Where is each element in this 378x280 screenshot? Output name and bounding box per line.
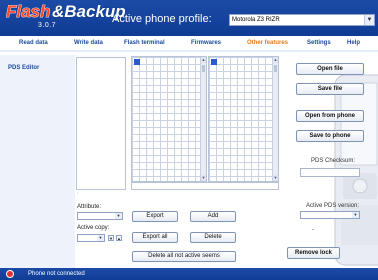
attribute-label: Attribute: — [77, 204, 102, 210]
nav-other-features[interactable]: Other features — [247, 40, 288, 46]
nav-settings[interactable]: Settings — [307, 40, 331, 46]
active-pds-version-label: Active PDS version: — [306, 203, 360, 209]
ascii-grid-cells[interactable] — [209, 57, 278, 181]
svg-text:Flash: Flash — [6, 2, 50, 21]
main-nav: Read data Write data Flash terminal Firm… — [0, 36, 378, 52]
chevron-down-icon[interactable]: ▼ — [97, 235, 104, 241]
chevron-down-icon[interactable]: ▼ — [115, 213, 122, 219]
scroll-up-icon[interactable]: ▲ — [273, 57, 278, 63]
list-tick-mark: ´ — [77, 193, 79, 199]
profile-label: Active phone profile: — [112, 13, 212, 25]
pds-version-dash: - — [312, 227, 314, 233]
profile-select-value: Motorola Z3 RIZR — [232, 17, 280, 23]
open-from-phone-button[interactable]: Open from phone — [296, 110, 364, 122]
nav-help[interactable]: Help — [347, 40, 360, 46]
chevron-down-icon[interactable]: ▼ — [352, 212, 359, 218]
open-file-button[interactable]: Open file — [296, 63, 364, 75]
scroll-down-icon[interactable]: ▼ — [273, 175, 278, 181]
delete-all-not-active-button[interactable]: Delete all not active seems — [132, 251, 236, 262]
chevron-down-icon[interactable]: ▼ — [364, 15, 374, 25]
active-copy-select[interactable]: ▼ — [77, 234, 105, 242]
connection-status-icon — [6, 270, 14, 278]
ascii-grid-scrollbar[interactable]: ▲ ▼ — [272, 57, 278, 181]
spin-up-icon[interactable]: ▲ — [116, 235, 122, 241]
export-button[interactable]: Export — [132, 211, 178, 222]
hex-grid-scrollbar[interactable]: ▲ ▼ — [200, 57, 206, 181]
scroll-up-icon[interactable]: ▲ — [201, 57, 206, 63]
pds-checksum-label: PDS Checksum: — [311, 158, 356, 164]
status-text: Phone not connected — [28, 271, 85, 277]
pds-checksum-field — [300, 168, 360, 177]
grid-cursor — [211, 59, 217, 65]
profile-select[interactable]: Motorola Z3 RIZR ▼ — [229, 14, 375, 26]
app-header: Flash &Backup 3.0.7 Active phone profile… — [0, 0, 378, 36]
export-all-button[interactable]: Export all — [132, 232, 178, 243]
hex-grid[interactable]: ▲ ▼ — [131, 56, 207, 182]
grid-cursor — [134, 59, 140, 65]
scroll-down-icon[interactable]: ▼ — [201, 175, 206, 181]
pds-record-list[interactable] — [76, 57, 126, 190]
nav-flash-terminal[interactable]: Flash terminal — [124, 40, 165, 46]
sidebar: PDS Editor — [0, 55, 75, 269]
nav-write-data[interactable]: Write data — [74, 40, 103, 46]
scroll-thumb[interactable] — [274, 65, 277, 72]
hex-grid-cells[interactable] — [132, 57, 206, 181]
delete-button[interactable]: Delete — [190, 232, 236, 243]
remove-lock-button[interactable]: Remove lock — [287, 247, 340, 259]
active-pds-version-select[interactable]: ▼ — [300, 211, 360, 219]
spin-down-icon[interactable]: ▼ — [108, 235, 114, 241]
add-button[interactable]: Add — [190, 211, 236, 222]
status-bar: Phone not connected — [0, 268, 378, 280]
scroll-thumb[interactable] — [202, 65, 205, 72]
save-file-button[interactable]: Save file — [296, 83, 364, 95]
nav-firmwares[interactable]: Firmwares — [191, 40, 221, 46]
save-to-phone-button[interactable]: Save to phone — [296, 130, 364, 142]
sidebar-item-pds-editor[interactable]: PDS Editor — [8, 65, 39, 71]
active-copy-label: Active copy: — [77, 225, 110, 231]
grid-horizontal-scrollbar[interactable] — [131, 182, 279, 190]
app-version: 3.0.7 — [38, 22, 57, 29]
nav-read-data[interactable]: Read data — [19, 40, 48, 46]
attribute-select[interactable]: ▼ — [77, 212, 123, 220]
ascii-grid[interactable]: ▲ ▼ — [208, 56, 279, 182]
